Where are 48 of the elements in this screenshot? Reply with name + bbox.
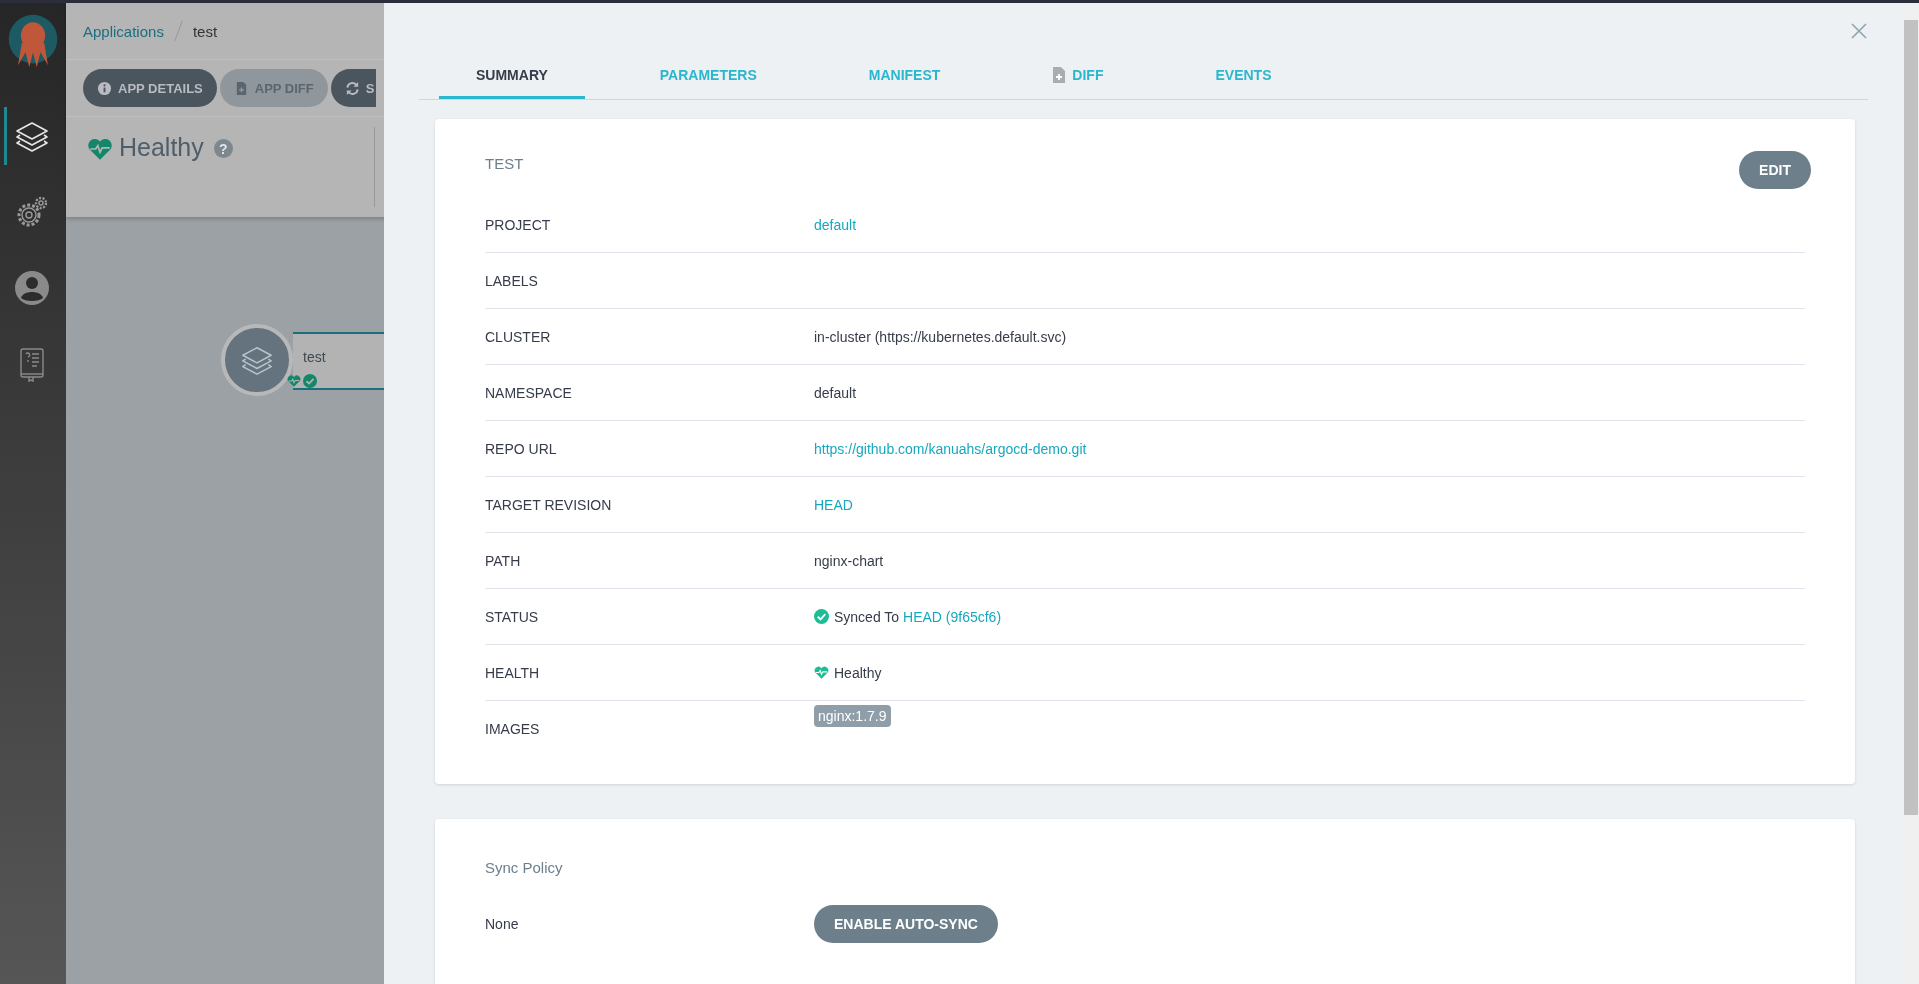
field-label: PATH <box>485 552 522 569</box>
toolbar-button[interactable]: S <box>330 69 377 107</box>
field-value: in-cluster (https://kubernetes.default.svc) <box>814 328 1067 345</box>
tab[interactable]: PARAMETERS <box>622 53 794 99</box>
field-label: TARGET REVISION <box>485 496 613 513</box>
revision-link[interactable]: HEAD (9f65cf6) <box>903 608 1002 625</box>
field-label: LABELS <box>485 272 539 289</box>
heart-icon <box>87 137 113 161</box>
sync-icon <box>344 80 360 96</box>
node-label: test <box>303 349 326 365</box>
tab[interactable]: SUMMARY <box>439 53 585 99</box>
file-plus-icon <box>1052 65 1067 84</box>
field-label: STATUS <box>485 608 540 625</box>
sync-status: Synced To HEAD (9f65cf6) <box>834 608 1002 625</box>
health-status: Healthy <box>119 133 204 162</box>
help-icon[interactable]: ? <box>213 139 233 158</box>
field-label: NAMESPACE <box>485 384 573 401</box>
edit-button[interactable]: EDIT <box>1739 151 1811 189</box>
info-icon <box>97 80 112 96</box>
card-title: Sync Policy <box>485 859 563 876</box>
field-label: HEALTH <box>485 664 541 681</box>
field-label: PROJECT <box>485 216 552 233</box>
enable-auto-sync-button[interactable]: ENABLE AUTO-SYNC <box>814 905 998 943</box>
tab[interactable]: MANIFEST <box>831 53 978 99</box>
field-link[interactable]: default <box>814 216 857 233</box>
check-icon <box>303 374 317 388</box>
breadcrumb-link[interactable]: Applications <box>83 22 164 40</box>
app-node[interactable] <box>293 332 384 390</box>
tab[interactable]: EVENTS <box>1178 53 1309 99</box>
tab[interactable]: DIFF <box>1015 53 1141 99</box>
check-icon <box>814 609 829 624</box>
image-tag: nginx:1.7.9 <box>814 705 891 727</box>
field-link[interactable]: HEAD <box>814 496 853 513</box>
close-icon[interactable] <box>1851 23 1867 39</box>
field-label: IMAGES <box>485 720 541 737</box>
scrollbar[interactable] <box>1903 3 1919 984</box>
health-value: Healthy <box>834 664 882 681</box>
toolbar-button[interactable]: APP DETAILS <box>83 69 217 107</box>
field-value: None <box>485 916 520 932</box>
card-title: TEST <box>485 155 524 172</box>
field-label: REPO URL <box>485 440 558 457</box>
breadcrumb-current: test <box>192 22 218 40</box>
field-value: nginx-chart <box>814 552 884 569</box>
field-link[interactable]: https://github.com/kanuahs/argocd-demo.git <box>814 440 1087 457</box>
heart-icon <box>814 665 829 680</box>
user-icon <box>13 270 50 306</box>
field-value: default <box>814 384 857 401</box>
field-label: CLUSTER <box>485 328 552 345</box>
